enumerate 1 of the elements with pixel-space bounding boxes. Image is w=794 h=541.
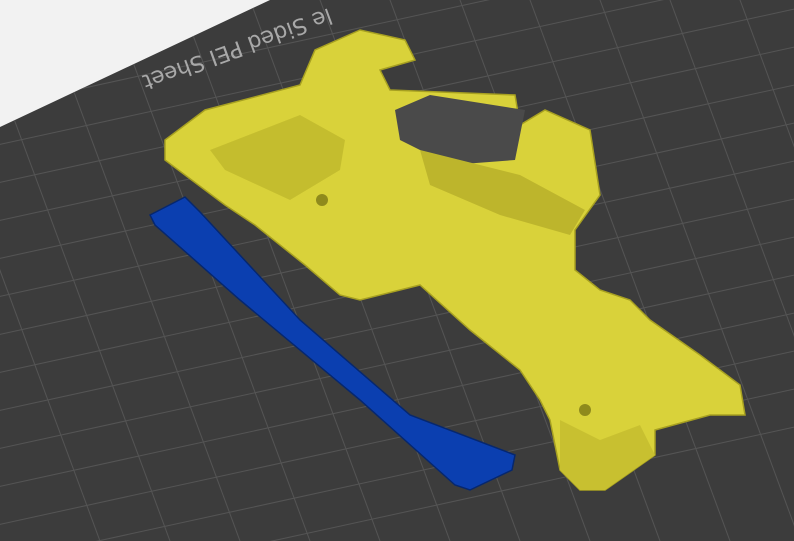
bed-label: le Sided PEI Sheet xyxy=(139,2,336,94)
